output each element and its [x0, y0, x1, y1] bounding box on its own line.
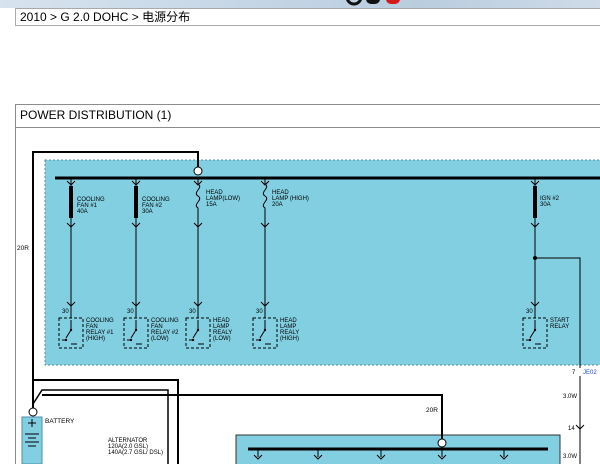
wire-label-2: 3.0W: [563, 454, 577, 460]
pin-14: 14: [568, 426, 575, 432]
lower-feed-junction: [437, 438, 447, 448]
wiring-diagram: 20R COOLING FAN #1 40A COOLING FAN #2 30…: [17, 151, 600, 464]
relay-1-pin: 30: [62, 309, 69, 315]
wire-color-left: 20R: [17, 245, 29, 252]
alternator-line-3: 140A(2.7 GSL/ DSL): [108, 450, 163, 456]
relay-2-line-4: (LOW): [151, 336, 169, 342]
relay-3-pin: 30: [189, 309, 196, 315]
fuse-3-line-3: 15A: [206, 202, 217, 208]
connector-pin: 7: [572, 370, 576, 376]
relay-3-line-4: (LOW): [213, 336, 231, 342]
battery-label: BATTERY: [45, 418, 75, 425]
fuse-relay-box: [44, 159, 600, 366]
fuse-ign-2: [533, 186, 537, 218]
fuse-1-line-3: 40A: [77, 209, 88, 215]
relay-5-label: START RELAY: [550, 318, 571, 330]
fuse-cooling-fan-1: [69, 186, 73, 218]
fuse-4-line-3: 20A: [272, 202, 283, 208]
wire-color-mid: 20R: [426, 407, 438, 414]
fuse-2-line-3: 30A: [142, 209, 153, 215]
relay-5-pin: 30: [526, 309, 533, 315]
feed-junction: [193, 166, 203, 176]
relay-4-pin: 30: [256, 309, 263, 315]
relay-5-line-2: RELAY: [550, 324, 569, 330]
wire-label-1: 3.0W: [563, 394, 577, 400]
fuse-5-line-2: 30A: [540, 202, 551, 208]
relay-1-line-4: (HIGH): [86, 336, 105, 342]
alternator-label: ALTERNATOR 120A(2.0 GSL) 140A(2.7 GSL/ D…: [108, 438, 163, 456]
fuse-cooling-fan-2: [134, 186, 138, 218]
relay-4-label: HEAD LAMP REALY (HIGH): [280, 318, 301, 342]
relay-4-line-4: (HIGH): [280, 336, 299, 342]
relay-2-pin: 30: [127, 309, 134, 315]
connector-id: JE02: [583, 370, 597, 376]
battery-junction: [28, 407, 38, 417]
